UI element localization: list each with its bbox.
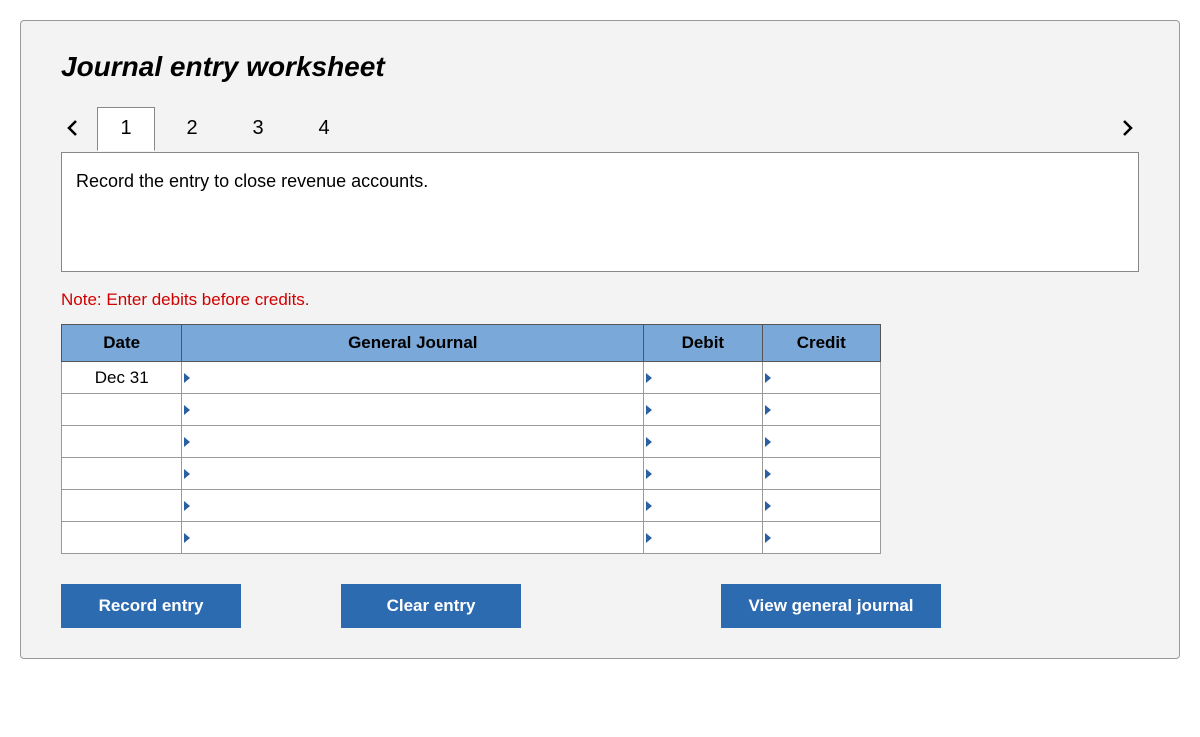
cell-credit[interactable]	[762, 426, 880, 458]
journal-entry-worksheet: Journal entry worksheet 1 2 3 4 Record t…	[20, 20, 1180, 659]
header-credit: Credit	[762, 325, 880, 362]
cell-debit[interactable]	[644, 458, 762, 490]
cell-general-journal[interactable]	[182, 426, 644, 458]
cell-date[interactable]	[62, 490, 182, 522]
cell-date[interactable]	[62, 458, 182, 490]
cell-general-journal[interactable]	[182, 458, 644, 490]
cell-general-journal[interactable]	[182, 522, 644, 554]
tab-3[interactable]: 3	[229, 106, 287, 150]
page-title: Journal entry worksheet	[61, 51, 1139, 83]
button-row: Record entry Clear entry View general jo…	[61, 584, 941, 628]
table-row	[62, 490, 881, 522]
cell-general-journal[interactable]	[182, 362, 644, 394]
table-row: Dec 31	[62, 362, 881, 394]
instruction-text: Record the entry to close revenue accoun…	[61, 152, 1139, 272]
cell-debit[interactable]	[644, 426, 762, 458]
cell-credit[interactable]	[762, 394, 880, 426]
table-row	[62, 458, 881, 490]
cell-debit[interactable]	[644, 394, 762, 426]
cell-date[interactable]	[62, 426, 182, 458]
table-row	[62, 522, 881, 554]
chevron-left-icon[interactable]	[61, 116, 85, 140]
record-entry-button[interactable]: Record entry	[61, 584, 241, 628]
cell-debit[interactable]	[644, 490, 762, 522]
tab-2[interactable]: 2	[163, 106, 221, 150]
table-row	[62, 394, 881, 426]
tab-row: 1 2 3 4	[61, 103, 1139, 153]
cell-credit[interactable]	[762, 458, 880, 490]
tab-1[interactable]: 1	[97, 107, 155, 151]
cell-general-journal[interactable]	[182, 490, 644, 522]
cell-date[interactable]: Dec 31	[62, 362, 182, 394]
cell-date[interactable]	[62, 394, 182, 426]
header-debit: Debit	[644, 325, 762, 362]
cell-general-journal[interactable]	[182, 394, 644, 426]
tab-4[interactable]: 4	[295, 106, 353, 150]
instruction-panel: Record the entry to close revenue accoun…	[61, 152, 1139, 272]
note-text: Note: Enter debits before credits.	[61, 290, 1139, 310]
journal-table: Date General Journal Debit Credit Dec 31	[61, 324, 881, 554]
cell-credit[interactable]	[762, 490, 880, 522]
cell-credit[interactable]	[762, 522, 880, 554]
chevron-right-icon[interactable]	[1115, 116, 1139, 140]
cell-debit[interactable]	[644, 362, 762, 394]
cell-credit[interactable]	[762, 362, 880, 394]
clear-entry-button[interactable]: Clear entry	[341, 584, 521, 628]
cell-date[interactable]	[62, 522, 182, 554]
cell-debit[interactable]	[644, 522, 762, 554]
header-date: Date	[62, 325, 182, 362]
view-general-journal-button[interactable]: View general journal	[721, 584, 941, 628]
table-row	[62, 426, 881, 458]
header-general-journal: General Journal	[182, 325, 644, 362]
